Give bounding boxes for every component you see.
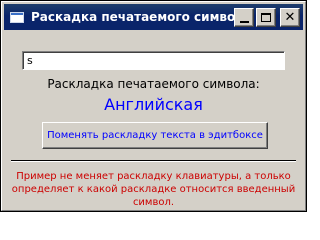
close-icon: ✕ xyxy=(284,10,296,25)
minimize-icon xyxy=(239,20,249,23)
maximize-button[interactable] xyxy=(256,8,276,27)
window-icon[interactable] xyxy=(10,11,24,23)
text-edit-box[interactable]: s xyxy=(22,51,285,70)
title-bar-buttons: ✕ xyxy=(234,8,300,27)
separator xyxy=(11,160,296,162)
window-title: Раскадка печатаемого символа xyxy=(31,10,253,24)
window-frame: Раскадка печатаемого символа ✕ s Расклад… xyxy=(1,1,306,211)
window-content: s Раскладка печатаемого символа: Английс… xyxy=(2,30,305,210)
close-button[interactable]: ✕ xyxy=(280,8,300,27)
maximize-icon xyxy=(261,13,271,22)
change-layout-button-label: Поменять раскладку текста в эдитбоксе xyxy=(47,130,263,141)
change-layout-button[interactable]: Поменять раскладку текста в эдитбоксе xyxy=(42,122,268,149)
minimize-button[interactable] xyxy=(234,8,254,27)
app-window: Раскадка печатаемого символа ✕ s Расклад… xyxy=(0,0,307,212)
info-note: Пример не меняет раскладку клавиатуры, а… xyxy=(11,171,296,208)
title-bar[interactable]: Раскадка печатаемого символа ✕ xyxy=(4,4,303,30)
layout-value: Английская xyxy=(104,95,203,114)
layout-caption: Раскладка печатаемого символа: xyxy=(47,77,260,91)
